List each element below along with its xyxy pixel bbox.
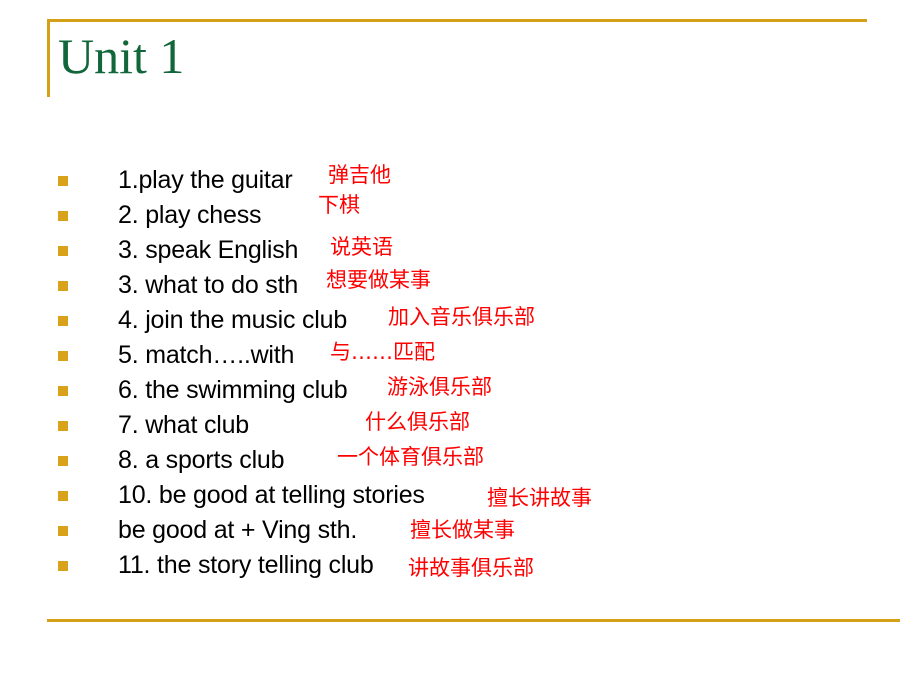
english-phrase: 8. a sports club: [118, 446, 285, 474]
list-item: 3. speak English 说英语: [0, 233, 920, 268]
chinese-translation: 擅长做某事: [410, 518, 515, 542]
list-item: 11. the story telling club 讲故事俱乐部: [0, 548, 920, 583]
chinese-translation: 加入音乐俱乐部: [388, 305, 535, 329]
chinese-translation: 想要做某事: [326, 268, 431, 292]
bottom-gold-rule: [47, 619, 900, 622]
chinese-translation: 说英语: [330, 235, 393, 259]
list-item: 2. play chess 下棋: [0, 193, 920, 233]
top-gold-rule: [47, 19, 867, 22]
english-phrase: 3. speak English: [118, 236, 299, 264]
left-gold-rule: [47, 19, 50, 97]
english-phrase: 3. what to do sth: [118, 271, 299, 299]
square-bullet-icon: [58, 386, 68, 396]
square-bullet-icon: [58, 456, 68, 466]
square-bullet-icon: [58, 281, 68, 291]
chinese-translation: 什么俱乐部: [365, 410, 470, 434]
page-title: Unit 1: [58, 28, 185, 84]
square-bullet-icon: [58, 421, 68, 431]
list-item: 8. a sports club 一个体育俱乐部: [0, 443, 920, 478]
english-phrase: 1.play the guitar: [118, 166, 293, 194]
list-item: 4. join the music club 加入音乐俱乐部: [0, 303, 920, 338]
list-item: 10. be good at telling stories 擅长讲故事: [0, 478, 920, 513]
english-phrase: 5. match…..with: [118, 341, 295, 369]
square-bullet-icon: [58, 211, 68, 221]
english-phrase: 6. the swimming club: [118, 376, 348, 404]
english-phrase: be good at + Ving sth.: [118, 516, 358, 544]
square-bullet-icon: [58, 526, 68, 536]
chinese-translation: 与……匹配: [330, 340, 435, 364]
english-phrase: 11. the story telling club: [118, 551, 374, 579]
square-bullet-icon: [58, 246, 68, 256]
chinese-translation: 讲故事俱乐部: [408, 556, 534, 580]
list-item: 1.play the guitar 弹吉他: [0, 163, 920, 198]
english-phrase: 10. be good at telling stories: [118, 481, 425, 509]
chinese-translation: 下棋: [318, 193, 360, 217]
english-phrase: 2. play chess: [118, 201, 262, 229]
chinese-translation: 擅长讲故事: [487, 486, 592, 510]
list-item: 6. the swimming club 游泳俱乐部: [0, 373, 920, 408]
list-item: 5. match…..with 与……匹配: [0, 338, 920, 373]
chinese-translation: 一个体育俱乐部: [337, 445, 484, 469]
vocabulary-list: 1.play the guitar 弹吉他 2. play chess 下棋 3. sp…: [0, 163, 920, 583]
slide-canvas: Unit 1 1.play the guitar 弹吉他 2. play chess…: [0, 0, 920, 690]
english-phrase: 4. join the music club: [118, 306, 348, 334]
square-bullet-icon: [58, 491, 68, 501]
square-bullet-icon: [58, 316, 68, 326]
chinese-translation: 游泳俱乐部: [387, 375, 492, 399]
square-bullet-icon: [58, 351, 68, 361]
english-phrase: 7. what club: [118, 411, 250, 439]
list-item: 3. what to do sth 想要做某事: [0, 268, 920, 303]
square-bullet-icon: [58, 561, 68, 571]
square-bullet-icon: [58, 176, 68, 186]
list-item: be good at + Ving sth. 擅长做某事: [0, 513, 920, 548]
list-item: 7. what club 什么俱乐部: [0, 408, 920, 443]
